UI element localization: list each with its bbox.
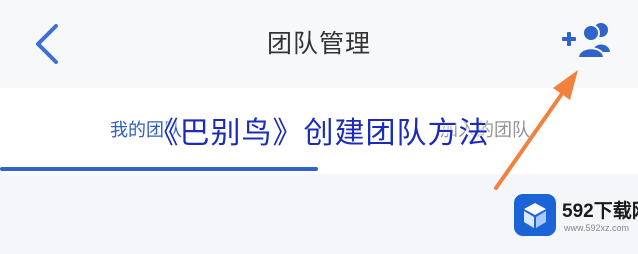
watermark-logo	[514, 194, 556, 236]
watermark: 592下载网 www.592xz.com	[510, 186, 638, 254]
watermark-title: 592下载网	[562, 201, 638, 222]
box-icon	[524, 203, 546, 228]
add-member-icon[interactable]	[560, 20, 620, 64]
page-title: 团队管理	[266, 29, 371, 58]
overlay-caption: 《巴别鸟》创建团队方法	[148, 116, 490, 151]
active-tab-indicator	[0, 167, 318, 171]
app-header: 团队管理	[0, 0, 638, 88]
watermark-url: www.592xz.com	[564, 223, 630, 233]
